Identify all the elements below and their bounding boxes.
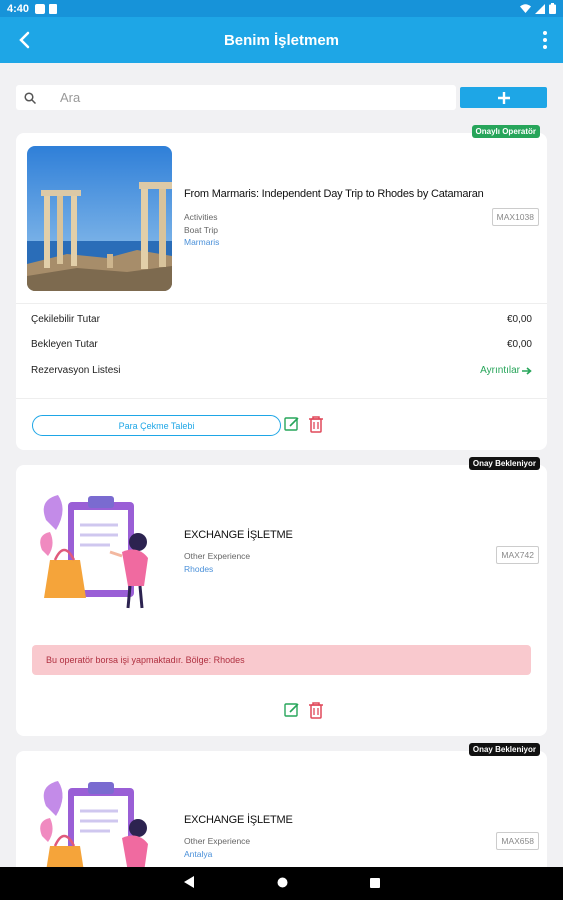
app-bar: Benim İşletmem — [0, 17, 563, 63]
plus-icon — [497, 91, 510, 104]
business-card[interactable]: Onaylı Operatör From Marmaris: Independe… — [16, 125, 547, 450]
details-label: Ayrıntılar — [480, 365, 520, 376]
status-bar: 4:40 — [0, 0, 563, 17]
status-time: 4:40 — [7, 2, 30, 15]
card-actions — [284, 415, 324, 438]
edit-button[interactable] — [284, 702, 300, 723]
business-category: Other Experience — [184, 836, 251, 846]
nav-back-button[interactable] — [183, 875, 195, 893]
business-category: Activities — [184, 212, 218, 222]
edit-button[interactable] — [284, 416, 300, 437]
notification-icon — [35, 3, 46, 14]
trash-icon — [309, 416, 323, 433]
add-button[interactable] — [460, 87, 547, 108]
search-input[interactable]: Ara — [16, 85, 456, 110]
business-title: From Marmaris: Independent Day Trip to R… — [184, 188, 484, 200]
back-button[interactable] — [12, 28, 36, 52]
row-value: €0,00 — [506, 339, 532, 350]
business-notice: Bu operatör borsa işi yapmaktadır. Bölge… — [32, 645, 531, 675]
row-label: Bekleyen Tutar — [31, 339, 98, 350]
more-vert-icon — [543, 31, 547, 35]
signal-icon — [535, 3, 545, 14]
row-label: Rezervasyon Listesi — [31, 365, 121, 376]
trash-icon — [309, 702, 323, 719]
status-badge: Onay Bekleniyor — [468, 457, 540, 470]
edit-icon — [284, 703, 299, 717]
details-link[interactable]: Ayrıntılar — [480, 365, 532, 376]
pending-amount-row: Bekleyen Tutar €0,00 — [31, 339, 532, 350]
business-illustration — [38, 490, 158, 615]
card-actions — [284, 701, 324, 724]
sim-icon — [49, 3, 58, 14]
business-title: EXCHANGE İŞLETME — [184, 814, 293, 826]
business-card[interactable]: Onay Bekleniyor EXCHANGE İŞLETME Other E… — [16, 457, 547, 736]
search-placeholder: Ara — [60, 90, 81, 105]
search-icon — [24, 91, 36, 104]
home-circle-icon — [277, 877, 287, 887]
withdraw-request-button[interactable]: Para Çekme Talebi — [32, 415, 281, 436]
arrow-right-icon — [522, 366, 532, 375]
delete-button[interactable] — [308, 415, 324, 438]
status-badge: Onay Bekleniyor — [468, 743, 540, 756]
wifi-icon — [520, 3, 531, 13]
business-location: Marmaris — [184, 237, 220, 247]
page-title: Benim İşletmem — [223, 31, 340, 49]
battery-icon — [549, 3, 556, 14]
edit-icon — [284, 417, 299, 431]
business-subcategory: Boat Trip — [184, 225, 219, 235]
reservation-list-row: Rezervasyon Listesi Ayrıntılar — [31, 365, 532, 376]
withdrawable-amount-row: Çekilebilir Tutar €0,00 — [31, 314, 532, 325]
business-category: Other Experience — [184, 551, 251, 561]
system-nav-bar — [0, 867, 563, 900]
delete-button[interactable] — [308, 701, 324, 724]
divider — [16, 303, 547, 304]
back-triangle-icon — [183, 875, 194, 888]
business-location: Rhodes — [184, 564, 214, 574]
back-arrow-icon — [19, 31, 30, 49]
row-value: €0,00 — [506, 314, 532, 325]
business-title: EXCHANGE İŞLETME — [184, 529, 293, 541]
tour-image — [27, 146, 172, 291]
business-location: Antalya — [184, 849, 213, 859]
status-badge: Onaylı Operatör — [471, 125, 540, 138]
divider — [16, 398, 547, 399]
more-menu-button[interactable] — [537, 28, 553, 52]
business-code: MAX658 — [496, 832, 539, 850]
recents-square-icon — [369, 877, 380, 888]
business-code: MAX1038 — [491, 208, 539, 226]
nav-home-button[interactable] — [277, 875, 288, 893]
row-label: Çekilebilir Tutar — [31, 314, 100, 325]
business-code: MAX742 — [496, 546, 539, 564]
nav-recents-button[interactable] — [369, 875, 380, 893]
